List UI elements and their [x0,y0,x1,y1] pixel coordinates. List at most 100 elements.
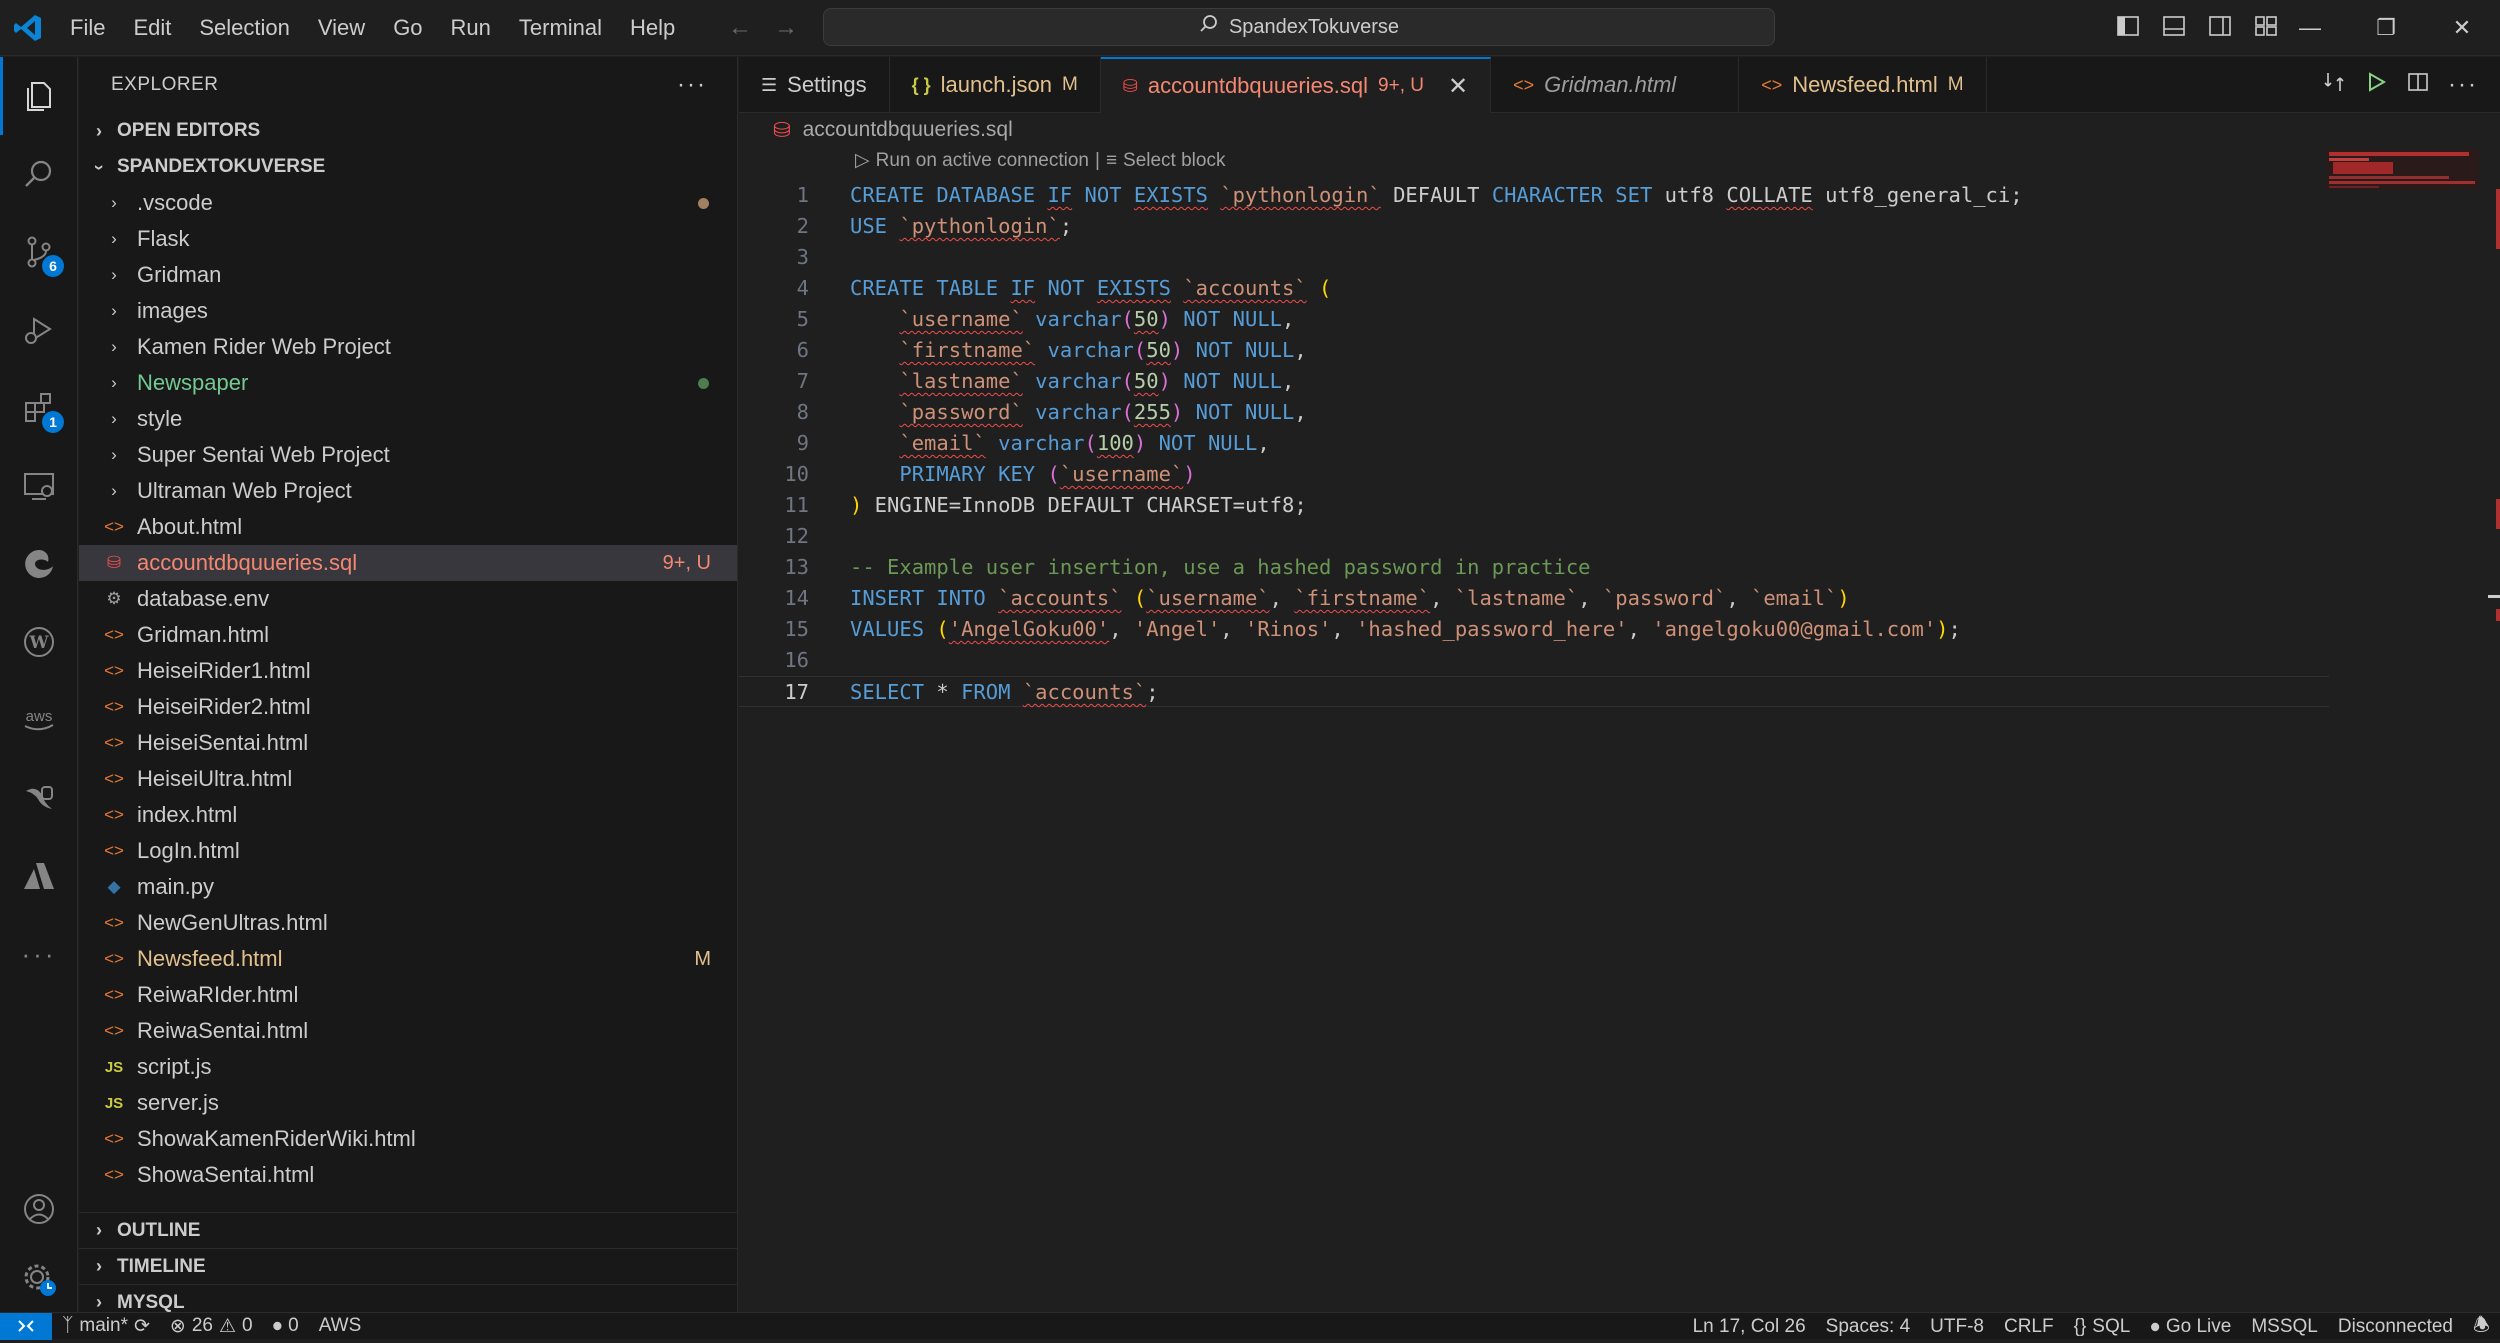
remote-explorer-icon[interactable] [0,447,78,525]
open-editors-section[interactable]: › OPEN EDITORS [79,113,737,149]
tree-item-label: .vscode [137,190,213,215]
folder-item[interactable]: › Flask [79,221,737,257]
edge-devtools-icon[interactable] [0,525,78,603]
command-center-search[interactable]: SpandexTokuverse [823,8,1775,46]
explorer-more-actions-icon[interactable]: ··· [677,71,707,99]
mysql-dolphin-icon[interactable] [0,759,78,837]
file-item[interactable]: <> ReiwaSentai.html [79,1013,737,1049]
toggle-primary-sidebar-icon[interactable] [2116,14,2140,38]
folder-item[interactable]: › .vscode [79,185,737,221]
menu-go[interactable]: Go [379,0,436,56]
split-editor-icon[interactable] [2406,70,2430,100]
aws-status[interactable]: AWS [309,1315,372,1337]
notifications-bell-icon[interactable]: 🕭 [2463,1311,2500,1343]
chevron-right-icon: › [111,373,117,392]
breadcrumb-file[interactable]: accountdbquueries.sql [803,118,1013,142]
folder-item[interactable]: › images [79,293,737,329]
file-item[interactable]: JS script.js [79,1049,737,1085]
workspace-section[interactable]: › SPANDEXTOKUVERSE [79,149,737,185]
menu-terminal[interactable]: Terminal [505,0,616,56]
file-item[interactable]: JS server.js [79,1085,737,1121]
end-of-line[interactable]: CRLF [1994,1316,2064,1338]
tab-accountdbquueries-sql[interactable]: ⛁ accountdbquueries.sql 9+, U ✕ [1100,57,1492,113]
file-item[interactable]: ⚙ database.env [79,581,737,617]
remote-indicator-icon[interactable] [0,1312,52,1340]
ports-status[interactable]: ⦁ 0 [263,1315,309,1337]
menu-view[interactable]: View [304,0,379,56]
manage-gear-icon[interactable] [0,1240,78,1318]
tab-gridman-html[interactable]: <> Gridman.html [1491,57,1740,113]
vertical-scrollbar[interactable] [2486,149,2500,1309]
cursor-position[interactable]: Ln 17, Col 26 [1683,1316,1816,1338]
compare-changes-icon[interactable] [2322,70,2346,100]
file-item[interactable]: <> NewGenUltras.html [79,905,737,941]
restore-icon[interactable]: ❐ [2348,0,2424,56]
toggle-secondary-sidebar-icon[interactable] [2208,14,2232,38]
go-live-status[interactable]: ⦁ Go Live [2140,1316,2241,1338]
minimap[interactable] [2327,149,2479,189]
tab-label: Settings [787,72,867,97]
menu-run[interactable]: Run [437,0,505,56]
folder-item[interactable]: › Gridman [79,257,737,293]
folder-item[interactable]: › Newspaper [79,365,737,401]
back-arrow-icon[interactable]: ← [728,14,752,42]
file-item[interactable]: <> HeiseiRider2.html [79,689,737,725]
tab-newsfeed-html[interactable]: <> Newsfeed.html M [1739,57,1987,113]
minimize-icon[interactable]: — [2272,0,2348,56]
file-item[interactable]: <> About.html [79,509,737,545]
problems-status[interactable]: ⊗ 26 ⚠ 0 [160,1315,263,1338]
file-item[interactable]: <> ReiwaRIder.html [79,977,737,1013]
extensions-icon[interactable]: 1 [0,369,78,447]
run-debug-icon[interactable] [0,291,78,369]
file-item[interactable]: ⛁ accountdbquueries.sql 9+, U [79,545,737,581]
toggle-panel-icon[interactable] [2162,14,2186,38]
source-control-icon[interactable]: 6 [0,213,78,291]
explorer-icon[interactable] [0,57,78,135]
close-tab-icon[interactable]: ✕ [1448,72,1468,101]
file-item[interactable]: <> HeiseiUltra.html [79,761,737,797]
tab-launch-json[interactable]: { } launch.json M [890,57,1101,113]
encoding[interactable]: UTF-8 [1920,1316,1994,1338]
connection-status[interactable]: Disconnected [2328,1316,2463,1338]
file-item[interactable]: <> HeiseiRider1.html [79,653,737,689]
close-window-icon[interactable]: ✕ [2424,0,2500,56]
file-item[interactable]: <> Newsfeed.html M [79,941,737,977]
mssql-status[interactable]: MSSQL [2241,1316,2328,1338]
tab-settings[interactable]: ☰ Settings [739,57,890,113]
folder-item[interactable]: › Super Sentai Web Project [79,437,737,473]
menu-help[interactable]: Help [616,0,689,56]
folder-item[interactable]: › Kamen Rider Web Project [79,329,737,365]
file-item[interactable]: <> LogIn.html [79,833,737,869]
outline-section[interactable]: › OUTLINE [79,1212,738,1248]
menu-file[interactable]: File [56,0,119,56]
tab-label: accountdbquueries.sql [1147,73,1369,98]
indentation[interactable]: Spaces: 4 [1816,1316,1921,1338]
file-item[interactable]: ◆ main.py [79,869,737,905]
more-actions-icon[interactable]: ··· [2448,71,2478,99]
file-item[interactable]: <> ShowaKamenRiderWiki.html [79,1121,737,1157]
wordpress-icon[interactable]: W [0,603,78,681]
folder-item[interactable]: › Ultraman Web Project [79,473,737,509]
forward-arrow-icon[interactable]: → [774,14,798,42]
file-item[interactable]: <> ShowaSentai.html [79,1157,737,1193]
file-item[interactable]: <> HeiseiSentai.html [79,725,737,761]
tab-status: M [1947,74,1964,95]
select-block-link[interactable]: Select block [1123,150,1225,172]
run-on-active-connection[interactable]: Run on active connection [876,150,1089,172]
file-item[interactable]: <> Gridman.html [79,617,737,653]
file-item[interactable]: <> index.html [79,797,737,833]
accounts-icon[interactable] [0,1170,78,1248]
timeline-section[interactable]: › TIMELINE [79,1248,738,1284]
azure-icon[interactable] [0,837,78,915]
language-mode[interactable]: {} SQL [2064,1316,2141,1338]
svg-text:aws: aws [26,708,53,725]
aws-icon[interactable]: aws [0,681,78,759]
folder-item[interactable]: › style [79,401,737,437]
menu-edit[interactable]: Edit [119,0,185,56]
search-activity-icon[interactable] [0,135,78,213]
run-query-icon[interactable] [2364,70,2388,100]
menu-selection[interactable]: Selection [185,0,304,56]
code-editor[interactable]: 1 CREATE DATABASE IF NOT EXISTS `pythonlo… [739,180,2329,707]
more-views-icon[interactable]: ··· [0,915,78,993]
branch-status[interactable]: ᛉ main* ⟳ [52,1315,160,1338]
